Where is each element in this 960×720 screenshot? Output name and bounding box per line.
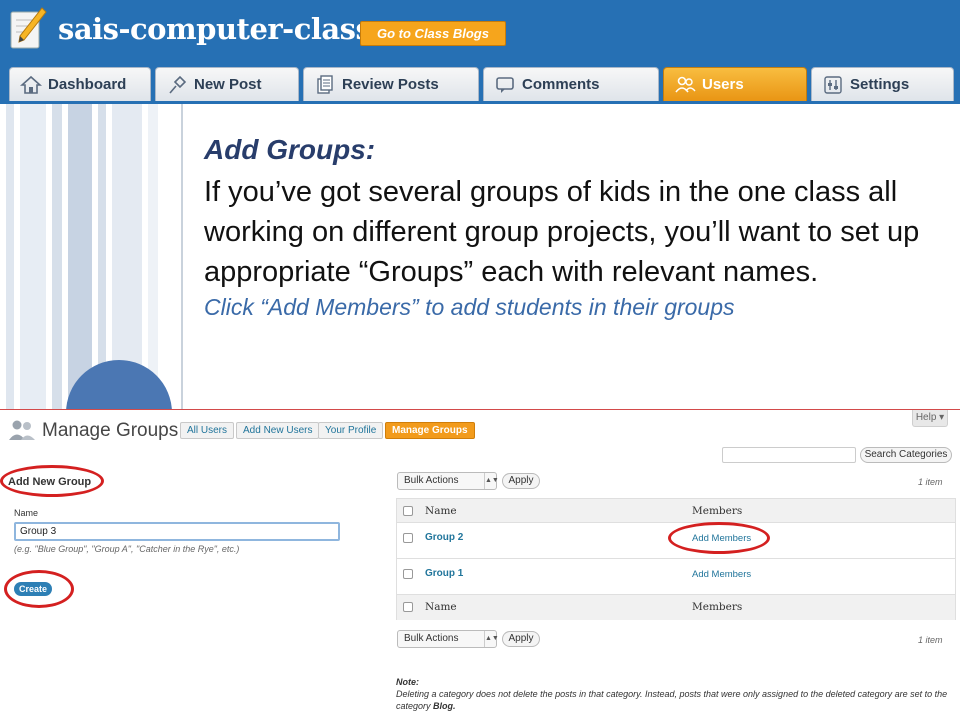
house-icon [20,75,42,94]
pencil-page-icon [10,7,47,49]
apply-button[interactable]: Apply [502,631,540,647]
column-members: Members [692,505,743,517]
add-members-link[interactable]: Add Members [692,569,751,580]
chevron-updown-icon: ▲▼ [484,631,499,647]
manage-groups-button[interactable]: Manage Groups [385,422,475,439]
select-all-checkbox[interactable] [403,602,413,612]
all-users-button[interactable]: All Users [180,422,235,439]
site-header: sais-computer-class Go to Class Blogs Da… [0,0,960,104]
highlight-ellipse [0,465,104,497]
speech-bubble-icon [496,76,514,93]
tab-label: Comments [522,76,600,93]
users-icon [9,420,35,440]
group-name-link[interactable]: Group 2 [425,532,463,543]
tab-label: New Post [194,76,262,93]
sliders-icon [824,75,842,94]
bulk-actions-label: Bulk Actions [404,475,459,486]
bulk-actions-select[interactable]: Bulk Actions ▲▼ [397,630,499,648]
highlight-ellipse [4,570,74,608]
help-button[interactable]: Help ▾ [912,410,948,427]
tab-comments[interactable]: Comments [483,67,659,101]
slide-text: Add Groups: If you’ve got several groups… [204,132,956,322]
select-all-checkbox[interactable] [403,506,413,516]
item-count: 1 item [918,635,943,645]
note-blog: Blog. [433,701,456,711]
tab-users[interactable]: Users [663,67,807,101]
note-text: Deleting a category does not delete the … [396,689,948,711]
add-new-users-button[interactable]: Add New Users [236,422,320,439]
search-input[interactable] [722,447,856,463]
slide-heading: Add Groups: [204,134,376,165]
tab-label: Review Posts [342,76,439,93]
tab-settings[interactable]: Settings [811,67,954,101]
row-checkbox[interactable] [403,533,413,543]
column-members: Members [692,601,743,613]
note: Note: Deleting a category does not delet… [396,676,956,712]
divider [181,104,183,410]
slide-decoration [0,104,180,410]
row-checkbox[interactable] [403,569,413,579]
groups-table: Name Members Group 2 Add Members Group 1… [396,498,956,620]
tab-dashboard[interactable]: Dashboard [9,67,151,101]
tab-review-posts[interactable]: Review Posts [303,67,479,101]
users-icon [675,76,696,93]
tab-label: Settings [850,76,910,93]
tab-new-post[interactable]: New Post [155,67,299,101]
table-row: Group 1 Add Members [397,559,955,595]
manage-groups-screenshot: Manage Groups All Users Add New Users Yo… [0,410,960,720]
note-label: Note: [396,677,419,687]
slide-stage: sais-computer-class Go to Class Blogs Da… [0,0,960,720]
table-footer-row: Name Members [397,595,955,620]
site-title[interactable]: sais-computer-class [58,12,372,46]
pushpin-icon [169,75,187,94]
table-header-row: Name Members [397,499,955,523]
documents-icon [317,74,333,94]
column-name: Name [425,601,457,613]
go-to-class-blogs-button[interactable]: Go to Class Blogs [360,21,506,46]
tab-label: Dashboard [48,76,127,93]
bulk-actions-label: Bulk Actions [404,633,459,644]
tab-label: Users [702,76,744,93]
name-hint: (e.g. "Blue Group", "Group A", "Catcher … [14,544,240,554]
apply-button[interactable]: Apply [502,473,540,489]
item-count: 1 item [918,477,943,487]
highlight-ellipse [668,522,770,554]
name-label: Name [14,508,39,518]
search-categories-button[interactable]: Search Categories [860,447,952,463]
group-name-input[interactable] [14,522,340,541]
chevron-updown-icon: ▲▼ [484,473,499,489]
page-title: Manage Groups [42,420,179,441]
your-profile-button[interactable]: Your Profile [318,422,384,439]
group-name-link[interactable]: Group 1 [425,568,463,579]
slide-body: If you’ve got several groups of kids in … [204,176,920,288]
bulk-actions-select[interactable]: Bulk Actions ▲▼ [397,472,499,490]
column-name: Name [425,505,457,517]
slide-instruction: Click “Add Members” to add students in t… [204,294,735,320]
